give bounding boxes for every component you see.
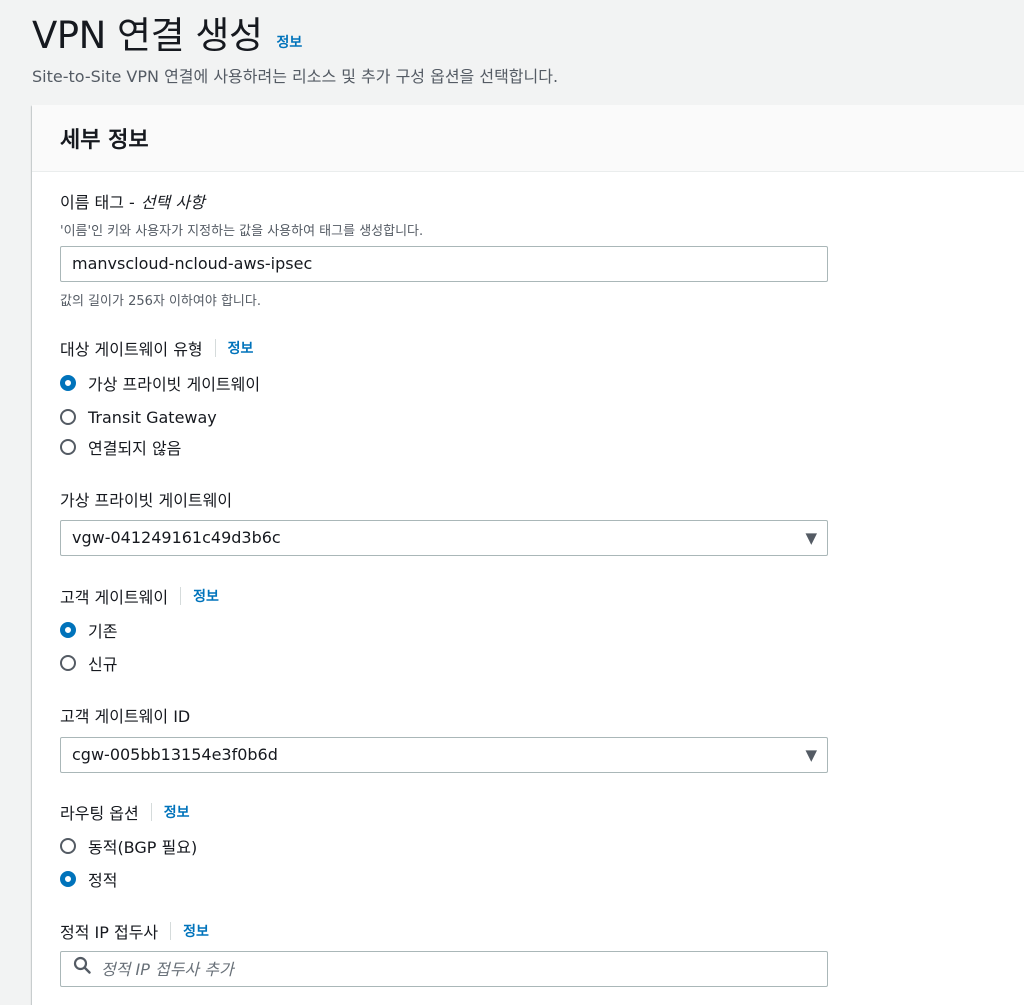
name-tag-label: 이름 태그 - 선택 사항 <box>60 189 205 213</box>
virtual-private-gateway-value: vgw-041249161c49d3b6c <box>72 528 281 547</box>
radio-label: 정적 <box>88 871 118 890</box>
caret-down-icon: ▼ <box>805 746 817 764</box>
target-gateway-type-info-link[interactable]: 정보 <box>228 338 254 358</box>
name-tag-description: '이름'인 키와 사용자가 지정하는 값을 사용하여 태그를 생성합니다. <box>60 224 424 239</box>
radio-static[interactable]: 정적 <box>60 867 117 891</box>
routing-options-label-text: 라우팅 옵션 <box>60 804 139 823</box>
page-title: VPN 연결 생성 <box>32 14 263 57</box>
customer-gateway-info-link[interactable]: 정보 <box>193 586 219 606</box>
virtual-private-gateway-label: 가상 프라이빗 게이트웨이 <box>60 487 232 511</box>
routing-options-info-link[interactable]: 정보 <box>164 802 190 822</box>
details-panel: 세부 정보 이름 태그 - 선택 사항 '이름'인 키와 사용자가 지정하는 값… <box>32 105 1024 1005</box>
label-separator <box>214 339 216 357</box>
radio-not-attached[interactable]: 연결되지 않음 <box>60 435 181 459</box>
customer-gateway-id-select[interactable]: cgw-005bb13154e3f0b6d ▼ <box>60 737 828 773</box>
radio-button-checked[interactable] <box>60 375 76 391</box>
name-tag-label-text: 이름 태그 - <box>60 193 135 212</box>
panel-title: 세부 정보 <box>60 128 149 153</box>
radio-virtual-private-gateway[interactable]: 가상 프라이빗 게이트웨이 <box>60 371 260 395</box>
radio-label: 신규 <box>88 655 118 674</box>
static-ip-prefix-label: 정적 IP 접두사 정보 <box>60 919 209 943</box>
routing-options-label: 라우팅 옵션 정보 <box>60 800 189 824</box>
name-tag-input[interactable]: manvscloud-ncloud-aws-ipsec <box>60 246 828 282</box>
radio-new[interactable]: 신규 <box>60 651 117 675</box>
caret-down-icon: ▼ <box>805 529 817 547</box>
radio-button[interactable] <box>60 655 76 671</box>
radio-label: 연결되지 않음 <box>88 439 182 458</box>
label-separator <box>180 587 182 605</box>
page-description: Site-to-Site VPN 연결에 사용하려는 리소스 및 추가 구성 옵… <box>32 67 559 86</box>
customer-gateway-id-label-text: 고객 게이트웨이 ID <box>60 707 191 726</box>
radio-button[interactable] <box>60 439 76 455</box>
target-gateway-type-label: 대상 게이트웨이 유형 정보 <box>60 336 253 360</box>
label-separator <box>150 803 152 821</box>
radio-button-checked[interactable] <box>60 622 76 638</box>
radio-button[interactable] <box>60 838 76 854</box>
radio-button-checked[interactable] <box>60 871 76 887</box>
customer-gateway-id-value: cgw-005bb13154e3f0b6d <box>72 745 278 764</box>
static-ip-prefix-search[interactable] <box>60 951 828 987</box>
radio-label: 기존 <box>88 622 118 641</box>
radio-existing[interactable]: 기존 <box>60 618 117 642</box>
virtual-private-gateway-select[interactable]: vgw-041249161c49d3b6c ▼ <box>60 520 828 556</box>
customer-gateway-label-text: 고객 게이트웨이 <box>60 588 169 607</box>
radio-label: Transit Gateway <box>88 407 217 427</box>
radio-button[interactable] <box>60 409 76 425</box>
page-header: VPN 연결 생성 정보 Site-to-Site VPN 연결에 사용하려는 … <box>32 8 1024 87</box>
customer-gateway-label: 고객 게이트웨이 정보 <box>60 584 219 608</box>
name-tag-optional: 선택 사항 <box>140 193 205 212</box>
radio-label: 동적(BGP 필요) <box>88 838 198 857</box>
virtual-private-gateway-label-text: 가상 프라이빗 게이트웨이 <box>60 491 233 510</box>
search-icon <box>73 952 91 986</box>
name-tag-constraint: 값의 길이가 256자 이하여야 합니다. <box>60 294 261 309</box>
radio-transit-gateway[interactable]: Transit Gateway <box>60 405 217 429</box>
target-gateway-type-label-text: 대상 게이트웨이 유형 <box>60 340 203 359</box>
radio-label: 가상 프라이빗 게이트웨이 <box>88 375 261 394</box>
panel-header: 세부 정보 <box>32 105 1024 172</box>
customer-gateway-id-label: 고객 게이트웨이 ID <box>60 703 190 727</box>
static-ip-prefix-input[interactable] <box>101 959 781 979</box>
radio-dynamic[interactable]: 동적(BGP 필요) <box>60 834 197 858</box>
title-row: VPN 연결 생성 정보 <box>32 8 1024 62</box>
label-separator <box>170 922 172 940</box>
title-info-link[interactable]: 정보 <box>276 32 302 52</box>
static-ip-prefix-label-text: 정적 IP 접두사 <box>60 923 159 942</box>
static-ip-prefix-info-link[interactable]: 정보 <box>183 921 209 941</box>
